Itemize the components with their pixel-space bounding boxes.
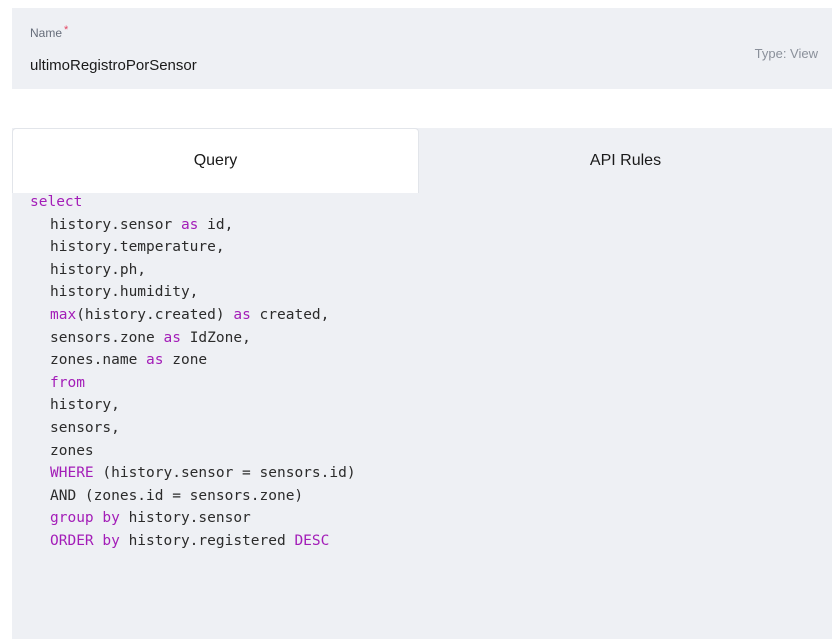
sql-text: history, [50, 397, 120, 414]
code-line: select [30, 191, 356, 214]
code-line: ORDER by history.registered DESC [30, 530, 356, 553]
sql-text: (history.created) [76, 306, 234, 323]
code-line: history, [30, 394, 356, 417]
sql-text: created, [250, 306, 330, 323]
sql-keyword: as [180, 216, 199, 233]
sql-keyword: as [163, 329, 181, 346]
sql-text: zone [163, 352, 208, 369]
sql-text: (history.sensor = sensors.id) [93, 465, 356, 482]
tab-query[interactable]: Query [12, 128, 419, 193]
sql-text: history.humidity, [50, 284, 199, 301]
code-line: WHERE (history.sensor = sensors.id) [30, 462, 356, 485]
sql-keyword: as [146, 352, 164, 369]
type-label: Type: View [754, 46, 818, 61]
required-marker: * [64, 24, 69, 36]
code-line: from [30, 372, 356, 395]
sql-keyword: group by [50, 510, 120, 527]
sql-text: zones.name [50, 352, 147, 369]
name-label-text: Name [30, 26, 63, 40]
sql-keyword: max [50, 306, 77, 323]
sql-keyword: from [50, 374, 85, 391]
tab-api-rules[interactable]: API Rules [419, 128, 832, 193]
name-input[interactable] [30, 57, 630, 74]
code-line: history.sensor as id, [30, 214, 356, 237]
sql-keyword: WHERE [50, 465, 94, 482]
sql-text: history.temperature, [50, 239, 225, 256]
sql-keyword: select [30, 194, 83, 210]
code-line: group by history.sensor [30, 507, 356, 530]
query-code-editor[interactable]: select history.sensor as id, history.tempe… [30, 191, 356, 553]
sql-keyword: ORDER by [50, 532, 120, 549]
sql-text: AND (zones.id = sensors.zone) [50, 487, 304, 504]
sql-keyword: as [233, 306, 251, 323]
code-line: AND (zones.id = sensors.zone) [30, 485, 356, 508]
sql-text: sensors, [50, 419, 120, 436]
tab-bar: Query API Rules [12, 128, 832, 193]
code-line: zones [30, 440, 356, 463]
sql-text: sensors.zone [50, 329, 164, 346]
name-label: Name * [30, 24, 69, 40]
collection-editor: Name* Type: View Query API Rules select h… [0, 0, 832, 639]
code-line: max(history.created) as created, [30, 304, 356, 327]
sql-text: history.sensor [119, 510, 251, 527]
sql-text: IdZone, [180, 329, 251, 346]
sql-text: zones [50, 442, 94, 459]
name-field-panel: Name* Type: View [12, 8, 832, 89]
sql-keyword: DESC [294, 532, 330, 549]
sql-text: history.registered [119, 532, 295, 549]
code-line: zones.name as zone [30, 349, 356, 372]
code-line: sensors, [30, 417, 356, 440]
code-line: sensors.zone as IdZone, [30, 327, 356, 350]
sql-text: history.ph, [50, 261, 147, 278]
sql-text: history.sensor [50, 216, 181, 233]
code-line: history.humidity, [30, 281, 356, 304]
sql-text: id, [198, 216, 234, 233]
editor-panel: Query API Rules select history.sensor as … [12, 128, 832, 639]
code-line: history.ph, [30, 259, 356, 282]
code-line: history.temperature, [30, 236, 356, 259]
